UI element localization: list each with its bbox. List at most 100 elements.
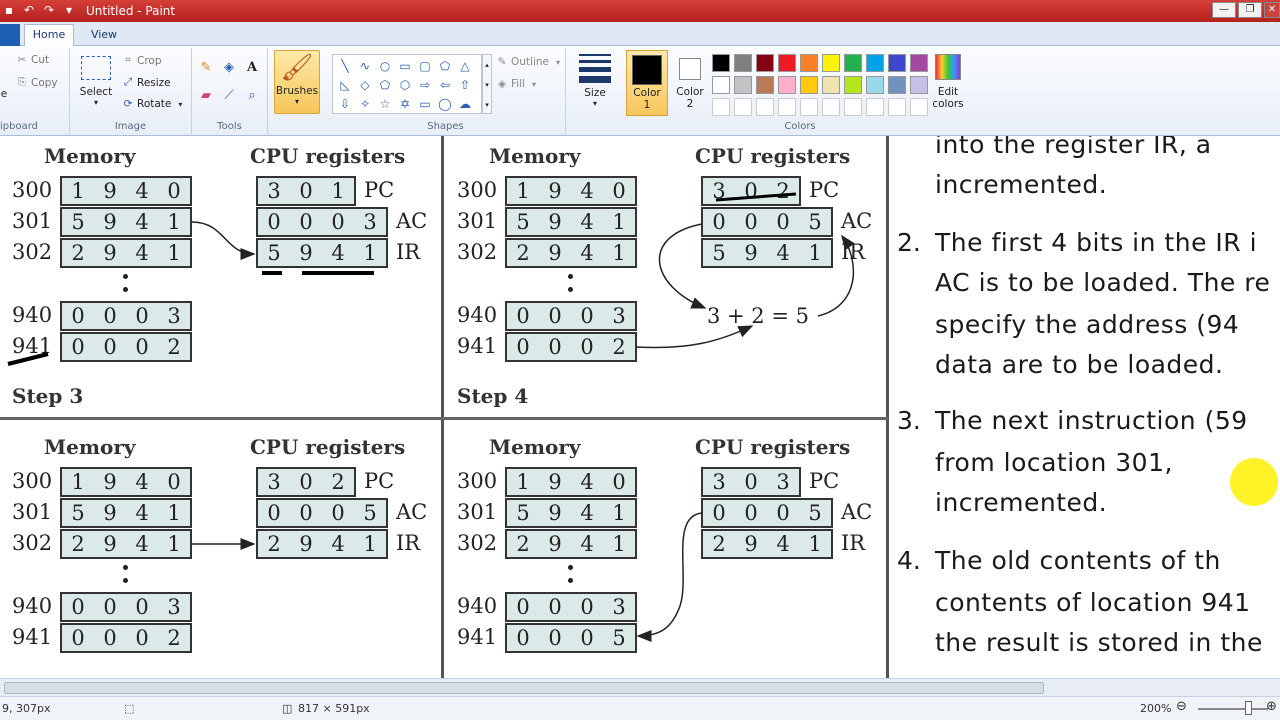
fill-button[interactable]: ◈ Fill ▾ — [496, 78, 540, 90]
minimize-button[interactable]: — — [1212, 2, 1236, 18]
custom-color-slot[interactable] — [866, 98, 884, 116]
cut-button[interactable]: ✂ Cut — [16, 54, 50, 66]
custom-color-slot[interactable] — [822, 98, 840, 116]
file-menu-button[interactable] — [0, 24, 20, 46]
tab-home[interactable]: Home — [24, 24, 74, 46]
eraser-icon[interactable]: ▰ — [196, 86, 216, 106]
custom-color-slot[interactable] — [910, 98, 928, 116]
resize-button[interactable]: ⤢ Resize — [122, 76, 171, 89]
color-swatch[interactable] — [888, 54, 906, 72]
color-swatch[interactable] — [866, 54, 884, 72]
color-swatch[interactable] — [778, 54, 796, 72]
line-shape-icon[interactable]: ╲ — [335, 57, 355, 76]
quick-access-toolbar: ▪ ↶ ↷ ▾ — [2, 3, 76, 17]
chevron-down-icon: ▾ — [93, 98, 98, 107]
oval-shape-icon[interactable]: ○ — [375, 57, 395, 76]
shapes-gallery[interactable]: ╲ ∿ ○ ▭ ▢ ⬠ △ ◺ ◇ ⬠ ⬡ ⇨ ⇦ ⇧ ⇩ ✧ ☆ ✡ ▭ ◯ — [332, 54, 482, 114]
fill-icon: ◈ — [497, 78, 507, 90]
arrow-mem-to-sum — [635, 325, 754, 349]
curve-shape-icon[interactable]: ∿ — [355, 57, 375, 76]
color-swatch[interactable] — [910, 54, 928, 72]
undo-icon[interactable]: ↶ — [22, 3, 36, 17]
color-swatch[interactable] — [756, 76, 774, 94]
color-swatch[interactable] — [712, 76, 730, 94]
triangle-shape-icon[interactable]: △ — [455, 57, 475, 76]
custom-color-slot[interactable] — [778, 98, 796, 116]
tab-view[interactable]: View — [82, 26, 126, 46]
zoom-slider-knob[interactable] — [1245, 701, 1252, 715]
outline-button[interactable]: ✎ Outline ▾ — [496, 56, 564, 68]
color-picker-icon[interactable]: ⟋ — [219, 86, 239, 106]
color-swatch[interactable] — [822, 54, 840, 72]
canvas-area[interactable]: Memory CPU registers 300 1 9 4 0 301 5 9 4 1 302 2 9 4 1… — [0, 136, 1280, 678]
color-swatch[interactable] — [734, 76, 752, 94]
crop-button[interactable]: ⌗ Crop — [122, 54, 161, 67]
diamond-shape-icon[interactable]: ◇ — [355, 76, 375, 95]
customize-qat-icon[interactable]: ▾ — [62, 3, 76, 17]
left-arrow-shape-icon[interactable]: ⇦ — [435, 76, 455, 95]
fill-bucket-icon[interactable]: ◈ — [219, 58, 239, 78]
text-tool-icon[interactable]: A — [242, 58, 262, 78]
color1-button[interactable]: Color 1 — [626, 50, 668, 116]
shapes-scroll[interactable]: ▴ ▾ ▾ — [482, 54, 492, 114]
color-swatch[interactable] — [844, 76, 862, 94]
custom-color-slot[interactable] — [888, 98, 906, 116]
color-swatch[interactable] — [822, 76, 840, 94]
close-button[interactable]: ✕ — [1264, 2, 1280, 18]
save-icon[interactable]: ▪ — [2, 3, 16, 17]
callout-cloud-icon[interactable]: ☁ — [455, 95, 475, 114]
custom-color-slot[interactable] — [734, 98, 752, 116]
custom-color-slot[interactable] — [756, 98, 774, 116]
rotate-button[interactable]: ⟳ Rotate ▾ — [122, 98, 186, 110]
up-arrow-shape-icon[interactable]: ⇧ — [455, 76, 475, 95]
callout-rect-icon[interactable]: ▭ — [415, 95, 435, 114]
down-arrow-shape-icon[interactable]: ⇩ — [335, 95, 355, 114]
color-swatch[interactable] — [778, 76, 796, 94]
color-swatch[interactable] — [734, 54, 752, 72]
edit-colors-button[interactable]: Edit colors — [928, 52, 968, 110]
magnifier-icon[interactable]: ⌕ — [242, 86, 262, 106]
pentagon-shape-icon[interactable]: ⬠ — [375, 76, 395, 95]
redo-icon[interactable]: ↷ — [42, 3, 56, 17]
hexagon-shape-icon[interactable]: ⬡ — [395, 76, 415, 95]
right-arrow-shape-icon[interactable]: ⇨ — [415, 76, 435, 95]
custom-color-slot[interactable] — [712, 98, 730, 116]
clipboard-group: e ✂ Cut ⎘ Copy ipboard — [0, 48, 70, 134]
color-swatch[interactable] — [800, 54, 818, 72]
six-point-star-icon[interactable]: ✡ — [395, 95, 415, 114]
color-swatch[interactable] — [844, 54, 862, 72]
color-swatch[interactable] — [800, 76, 818, 94]
rounded-rect-shape-icon[interactable]: ▢ — [415, 57, 435, 76]
polygon-shape-icon[interactable]: ⬠ — [435, 57, 455, 76]
select-button[interactable]: Select ▾ — [78, 54, 114, 107]
zoom-in-button[interactable]: ⊕ — [1266, 699, 1277, 714]
scrollbar-thumb[interactable] — [4, 682, 1044, 694]
color-swatch[interactable] — [910, 76, 928, 94]
custom-color-slot[interactable] — [800, 98, 818, 116]
canvas-image[interactable]: Memory CPU registers 300 1 9 4 0 301 5 9 4 1 302 2 9 4 1… — [0, 136, 1280, 678]
rectangle-shape-icon[interactable]: ▭ — [395, 57, 415, 76]
four-point-star-icon[interactable]: ✧ — [355, 95, 375, 114]
right-triangle-shape-icon[interactable]: ◺ — [335, 76, 355, 95]
callout-oval-icon[interactable]: ◯ — [435, 95, 455, 114]
horizontal-scrollbar[interactable] — [0, 678, 1280, 696]
color2-button[interactable]: Color 2 — [672, 50, 708, 110]
pencil-icon[interactable]: ✎ — [196, 58, 216, 78]
explanation-line: the result is stored in the — [935, 628, 1263, 657]
zoom-slider[interactable] — [1198, 708, 1268, 710]
color-swatch[interactable] — [866, 76, 884, 94]
color-swatch[interactable] — [712, 54, 730, 72]
brushes-button[interactable]: 🖌 Brushes ▾ — [274, 50, 320, 114]
size-button[interactable]: Size ▾ — [574, 52, 616, 108]
restore-button[interactable]: ❐ — [1238, 2, 1262, 18]
color-swatch[interactable] — [888, 76, 906, 94]
list-number: 3. — [897, 406, 921, 435]
chevron-down-icon: ▾ — [178, 99, 183, 109]
custom-color-slot[interactable] — [844, 98, 862, 116]
zoom-out-button[interactable]: ⊖ — [1176, 699, 1187, 714]
color-swatch[interactable] — [756, 54, 774, 72]
select-icon — [81, 56, 111, 80]
paste-button[interactable]: e — [0, 88, 8, 100]
copy-button[interactable]: ⎘ Copy — [16, 76, 58, 89]
five-point-star-icon[interactable]: ☆ — [375, 95, 395, 114]
